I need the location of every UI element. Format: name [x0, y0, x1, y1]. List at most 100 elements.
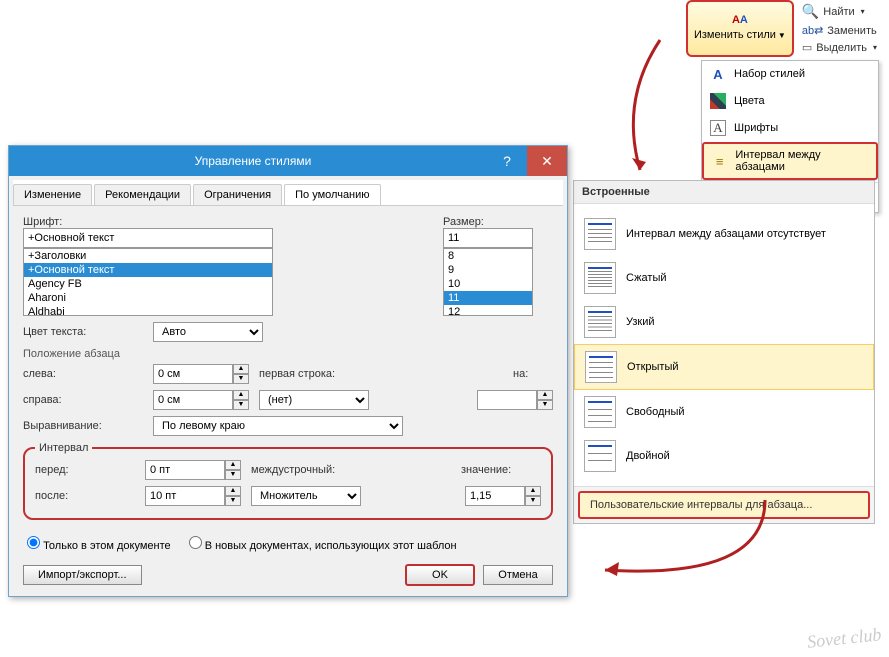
- colors-icon: [710, 93, 726, 109]
- change-styles-button[interactable]: AA Изменить стили▼: [686, 0, 794, 57]
- dialog-titlebar[interactable]: Управление стилями ? ✕: [9, 146, 567, 176]
- list-item[interactable]: 9: [444, 263, 532, 277]
- replace-icon: ab⇄: [802, 24, 823, 37]
- right-input[interactable]: [153, 390, 233, 410]
- spin-up-icon[interactable]: ▲: [233, 390, 249, 400]
- find-button[interactable]: 🔍 Найти ▾: [800, 2, 879, 21]
- spin-up-icon[interactable]: ▲: [537, 390, 553, 400]
- right-label: справа:: [23, 394, 143, 406]
- spin-up-icon[interactable]: ▲: [233, 364, 249, 374]
- spacing-label: Открытый: [627, 361, 679, 373]
- select-button[interactable]: ▭ Выделить ▾: [800, 40, 879, 55]
- menu-colors[interactable]: Цвета: [702, 88, 878, 115]
- spacing-compact[interactable]: Сжатый: [574, 256, 874, 300]
- list-item[interactable]: 10: [444, 277, 532, 291]
- ribbon-editing-group: 🔍 Найти ▾ ab⇄ Заменить ▭ Выделить ▾: [800, 0, 879, 57]
- on-input[interactable]: [477, 390, 537, 410]
- list-item[interactable]: 8: [444, 249, 532, 263]
- spin-up-icon[interactable]: ▲: [225, 460, 241, 470]
- dialog-title: Управление стилями: [19, 154, 487, 168]
- cancel-button[interactable]: Отмена: [483, 565, 553, 585]
- radio-new-docs[interactable]: В новых документах, использующих этот ша…: [189, 536, 457, 552]
- select-icon: ▭: [802, 41, 812, 54]
- custom-spacing-link[interactable]: Пользовательские интервалы для абзаца...: [578, 491, 870, 519]
- textcolor-label: Цвет текста:: [23, 326, 143, 338]
- interval-group: Интервал перед: ▲▼ междустрочный: значен…: [23, 442, 553, 520]
- font-input[interactable]: [23, 228, 273, 248]
- spin-down-icon[interactable]: ▼: [525, 496, 541, 506]
- watermark: Sovet club: [806, 624, 882, 653]
- font-listbox[interactable]: +Заголовки +Основной текст Agency FB Aha…: [23, 248, 273, 316]
- size-input[interactable]: [443, 228, 533, 248]
- spacing-label: Интервал между абзацами отсутствует: [626, 228, 826, 240]
- change-styles-icon: AA: [732, 6, 748, 29]
- import-export-button[interactable]: Импорт/экспорт...: [23, 565, 142, 585]
- left-input[interactable]: [153, 364, 233, 384]
- value-spinner[interactable]: ▲▼: [465, 486, 541, 506]
- replace-button[interactable]: ab⇄ Заменить: [800, 23, 879, 38]
- menu-fonts[interactable]: A Шрифты: [702, 115, 878, 142]
- spin-up-icon[interactable]: ▲: [525, 486, 541, 496]
- radio-this-doc[interactable]: Только в этом документе: [27, 536, 171, 552]
- spacing-narrow[interactable]: Узкий: [574, 300, 874, 344]
- list-item[interactable]: +Основной текст: [24, 263, 272, 277]
- spacing-open[interactable]: Открытый: [574, 344, 874, 390]
- find-icon: 🔍: [802, 3, 819, 20]
- menu-label: Цвета: [734, 95, 765, 107]
- before-spinner[interactable]: ▲▼: [145, 460, 241, 480]
- help-button[interactable]: ?: [487, 146, 527, 176]
- spacing-none[interactable]: Интервал между абзацами отсутствует: [574, 212, 874, 256]
- spacing-label: Сжатый: [626, 272, 667, 284]
- style-set-icon: A: [710, 66, 726, 82]
- after-spinner[interactable]: ▲▼: [145, 486, 241, 506]
- spin-down-icon[interactable]: ▼: [225, 496, 241, 506]
- menu-style-set[interactable]: A Набор стилей: [702, 61, 878, 88]
- close-button[interactable]: ✕: [527, 146, 567, 176]
- list-item[interactable]: Aldhabi: [24, 305, 272, 316]
- list-item[interactable]: Agency FB: [24, 277, 272, 291]
- list-item[interactable]: 11: [444, 291, 532, 305]
- right-spinner[interactable]: ▲▼: [153, 390, 249, 410]
- spacing-swatch-icon: [584, 306, 616, 338]
- list-item[interactable]: Aharoni: [24, 291, 272, 305]
- list-item[interactable]: 12: [444, 305, 532, 316]
- align-select[interactable]: По левому краю: [153, 416, 403, 436]
- textcolor-select[interactable]: Авто: [153, 322, 263, 342]
- value-input[interactable]: [465, 486, 525, 506]
- spacing-double[interactable]: Двойной: [574, 434, 874, 478]
- dialog-tabs: Изменение Рекомендации Ограничения По ум…: [13, 180, 563, 206]
- spin-down-icon[interactable]: ▼: [233, 374, 249, 384]
- left-label: слева:: [23, 368, 143, 380]
- ok-button[interactable]: OK: [405, 564, 475, 586]
- spin-up-icon[interactable]: ▲: [225, 486, 241, 496]
- radio-label: Только в этом документе: [43, 540, 171, 552]
- spin-down-icon[interactable]: ▼: [233, 400, 249, 410]
- left-spinner[interactable]: ▲▼: [153, 364, 249, 384]
- radio-new-input[interactable]: [189, 536, 202, 549]
- linespacing-select[interactable]: Множитель: [251, 486, 361, 506]
- spin-down-icon[interactable]: ▼: [225, 470, 241, 480]
- fonts-icon: A: [710, 120, 726, 136]
- ribbon-area: AA Изменить стили▼ 🔍 Найти ▾ ab⇄ Заменит…: [686, 0, 879, 57]
- on-spinner[interactable]: ▲▼: [477, 390, 553, 410]
- tab-restrict[interactable]: Ограничения: [193, 184, 282, 205]
- firstline-select[interactable]: (нет): [259, 390, 369, 410]
- menu-label: Набор стилей: [734, 68, 805, 80]
- paragraph-spacing-panel: Встроенные Интервал между абзацами отсут…: [573, 180, 875, 524]
- menu-paragraph-spacing[interactable]: ≡ Интервал между абзацами: [702, 142, 878, 180]
- spacing-free[interactable]: Свободный: [574, 390, 874, 434]
- tab-modify[interactable]: Изменение: [13, 184, 92, 205]
- chevron-down-icon: ▾: [873, 43, 877, 52]
- tab-defaults[interactable]: По умолчанию: [284, 184, 380, 205]
- radio-label: В новых документах, использующих этот ша…: [205, 540, 457, 552]
- interval-legend: Интервал: [35, 442, 92, 454]
- after-input[interactable]: [145, 486, 225, 506]
- tab-recommend[interactable]: Рекомендации: [94, 184, 191, 205]
- spacing-swatch-icon: [584, 218, 616, 250]
- size-listbox[interactable]: 8 9 10 11 12: [443, 248, 533, 316]
- list-item[interactable]: +Заголовки: [24, 249, 272, 263]
- spacing-label: Узкий: [626, 316, 655, 328]
- before-input[interactable]: [145, 460, 225, 480]
- spin-down-icon[interactable]: ▼: [537, 400, 553, 410]
- radio-this-input[interactable]: [27, 536, 40, 549]
